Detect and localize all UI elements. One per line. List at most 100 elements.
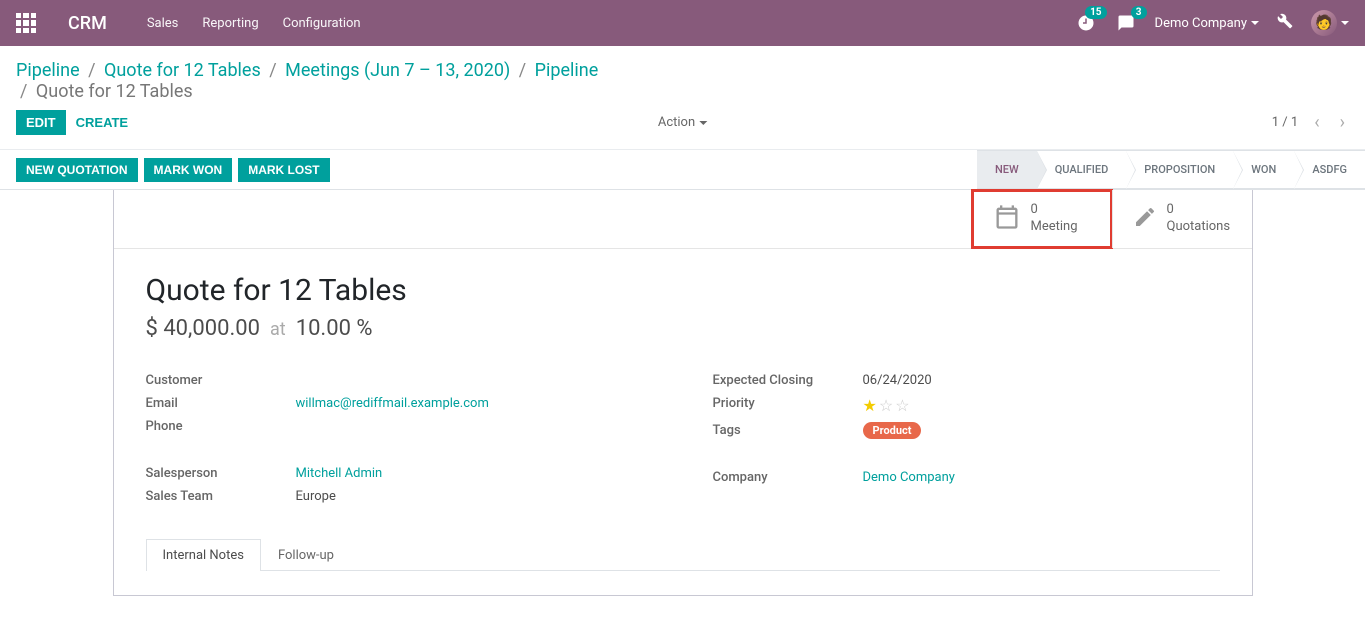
stage-proposition[interactable]: PROPOSITION xyxy=(1126,150,1233,189)
stage-asdfg[interactable]: ASDFG xyxy=(1294,150,1365,189)
new-quotation-button[interactable]: NEW QUOTATION xyxy=(16,158,138,182)
spacer xyxy=(146,438,653,462)
nav-menu: Sales Reporting Configuration xyxy=(147,16,361,31)
field-email: Email willmac@rediffmail.example.com xyxy=(146,392,653,415)
field-company: Company Demo Company xyxy=(713,466,1220,489)
status-buttons: NEW QUOTATION MARK WON MARK LOST xyxy=(0,158,330,182)
field-priority: Priority ★ ☆ ☆ xyxy=(713,392,1220,419)
chat-badge: 3 xyxy=(1131,6,1147,19)
company-name: Demo Company xyxy=(1155,16,1247,31)
star-icon[interactable]: ☆ xyxy=(879,396,893,415)
field-value: Demo Company xyxy=(863,470,955,485)
breadcrumb-separator: / xyxy=(519,60,526,81)
stat-text: 0 Quotations xyxy=(1167,202,1231,236)
field-label: Salesperson xyxy=(146,466,296,481)
breadcrumb-separator: / xyxy=(269,60,276,81)
caret-down-icon xyxy=(1341,21,1349,25)
salesperson-link[interactable]: Mitchell Admin xyxy=(296,466,383,481)
stat-label: Meeting xyxy=(1031,219,1078,236)
field-tags: Tags Product xyxy=(713,419,1220,442)
field-label: Expected Closing xyxy=(713,373,863,388)
stat-text: 0 Meeting xyxy=(1031,202,1078,236)
field-label: Priority xyxy=(713,396,863,415)
breadcrumb-link[interactable]: Meetings (Jun 7 – 13, 2020) xyxy=(285,60,510,81)
mark-lost-button[interactable]: MARK LOST xyxy=(238,158,329,182)
debug-tool-icon[interactable] xyxy=(1277,13,1293,33)
field-customer: Customer xyxy=(146,369,653,392)
breadcrumb-separator: / xyxy=(88,60,95,81)
activity-clock-icon[interactable]: 15 xyxy=(1075,12,1097,34)
field-value: willmac@rediffmail.example.com xyxy=(296,396,489,411)
expected-revenue: $ 40,000.00 xyxy=(146,316,261,341)
mark-won-button[interactable]: MARK WON xyxy=(144,158,233,182)
pager-next-icon[interactable]: › xyxy=(1336,112,1349,133)
field-label: Sales Team xyxy=(146,489,296,504)
control-bar: EDIT CREATE Action 1 / 1 ‹ › xyxy=(0,102,1365,150)
action-label: Action xyxy=(658,115,695,130)
company-link[interactable]: Demo Company xyxy=(863,470,955,485)
record-title: Quote for 12 Tables xyxy=(146,273,1220,308)
email-link[interactable]: willmac@rediffmail.example.com xyxy=(296,396,489,411)
calendar-icon xyxy=(993,203,1021,235)
field-value: Europe xyxy=(296,489,336,504)
field-sales-team: Sales Team Europe xyxy=(146,485,653,508)
field-label: Email xyxy=(146,396,296,411)
nav-menu-sales[interactable]: Sales xyxy=(147,16,179,31)
field-label: Customer xyxy=(146,373,296,388)
user-menu[interactable]: 🧑 xyxy=(1311,10,1349,36)
form-column-left: Customer Email willmac@rediffmail.exampl… xyxy=(146,369,653,508)
stage-new[interactable]: NEW xyxy=(977,150,1037,189)
pencil-note-icon xyxy=(1133,205,1157,233)
stat-label: Quotations xyxy=(1167,219,1231,236)
stat-count: 0 xyxy=(1167,202,1231,219)
sheet-body: Quote for 12 Tables $ 40,000.00 at 10.00… xyxy=(114,249,1252,595)
breadcrumb-link[interactable]: Pipeline xyxy=(535,60,599,81)
breadcrumb-link[interactable]: Quote for 12 Tables xyxy=(104,60,261,81)
nav-menu-reporting[interactable]: Reporting xyxy=(202,16,258,31)
star-icon[interactable]: ★ xyxy=(863,396,877,415)
button-box: 0 Meeting 0 Quotations xyxy=(114,190,1252,249)
field-label: Tags xyxy=(713,423,863,438)
breadcrumb-current: Quote for 12 Tables xyxy=(36,81,193,102)
stage-qualified[interactable]: QUALIFIED xyxy=(1037,150,1127,189)
breadcrumb-separator: / xyxy=(20,81,27,102)
status-bar: NEW QUOTATION MARK WON MARK LOST NEW QUA… xyxy=(0,150,1365,190)
chat-icon[interactable]: 3 xyxy=(1115,12,1137,34)
pager: 1 / 1 ‹ › xyxy=(1272,112,1349,133)
field-expected-closing: Expected Closing 06/24/2020 xyxy=(713,369,1220,392)
activity-badge: 15 xyxy=(1085,6,1106,19)
caret-down-icon xyxy=(699,121,707,125)
action-dropdown[interactable]: Action xyxy=(658,115,707,130)
stage-bar: NEW QUALIFIED PROPOSITION WON ASDFG xyxy=(977,150,1365,189)
tab-internal-notes[interactable]: Internal Notes xyxy=(146,539,261,571)
field-phone: Phone xyxy=(146,415,653,438)
at-label: at xyxy=(270,319,286,340)
pager-prev-icon[interactable]: ‹ xyxy=(1310,112,1323,133)
form-sheet: 0 Meeting 0 Quotations Quote for 12 Tabl… xyxy=(113,190,1253,596)
stat-quotations-button[interactable]: 0 Quotations xyxy=(1112,190,1252,248)
nav-menu-configuration[interactable]: Configuration xyxy=(283,16,361,31)
nav-right: 15 3 Demo Company 🧑 xyxy=(1075,10,1349,36)
stat-meeting-button[interactable]: 0 Meeting xyxy=(972,190,1112,248)
tag-product[interactable]: Product xyxy=(863,422,922,439)
create-button[interactable]: CREATE xyxy=(66,110,138,135)
probability: 10.00 % xyxy=(296,316,373,341)
field-salesperson: Salesperson Mitchell Admin xyxy=(146,462,653,485)
field-label: Phone xyxy=(146,419,296,434)
tab-follow-up[interactable]: Follow-up xyxy=(261,539,351,571)
apps-grid-icon[interactable] xyxy=(16,13,36,33)
company-selector[interactable]: Demo Company xyxy=(1155,16,1259,31)
breadcrumb: Pipeline / Quote for 12 Tables / Meeting… xyxy=(0,46,1365,102)
field-value: 06/24/2020 xyxy=(863,373,932,388)
brand[interactable]: CRM xyxy=(68,13,107,34)
breadcrumb-link[interactable]: Pipeline xyxy=(16,60,80,81)
edit-button[interactable]: EDIT xyxy=(16,110,66,135)
stat-count: 0 xyxy=(1031,202,1078,219)
star-icon[interactable]: ☆ xyxy=(895,396,909,415)
form-column-right: Expected Closing 06/24/2020 Priority ★ ☆… xyxy=(713,369,1220,508)
priority-stars: ★ ☆ ☆ xyxy=(863,396,910,415)
caret-down-icon xyxy=(1251,21,1259,25)
pager-counter: 1 / 1 xyxy=(1272,115,1298,130)
field-label: Company xyxy=(713,470,863,485)
revenue-line: $ 40,000.00 at 10.00 % xyxy=(146,316,1220,341)
